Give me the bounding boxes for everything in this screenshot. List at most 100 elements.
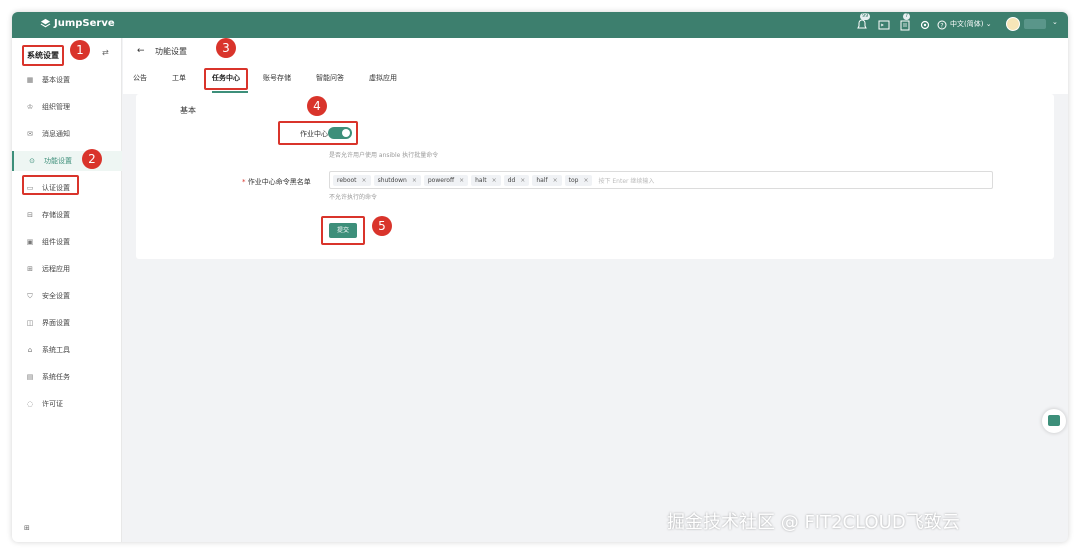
- sidebar-item-label: 远程应用: [42, 265, 70, 273]
- language-selector[interactable]: 中文(简体) ⌄: [950, 19, 992, 29]
- blacklist-hint: 不允许执行的命令: [329, 194, 378, 201]
- logo-icon: [40, 18, 51, 28]
- help-icon[interactable]: ?: [935, 17, 949, 31]
- chevron-down-icon[interactable]: ⌄: [1052, 18, 1058, 26]
- sidebar-item-label: 功能设置: [44, 157, 72, 165]
- chat-button[interactable]: [1042, 409, 1066, 433]
- toggle-knob: [342, 129, 350, 137]
- tag-label: shutdown: [377, 176, 407, 184]
- app-window: JumpServe 99 7 ? 中文(简体) ⌄ ⌄ 系统设置 ⇄ ▦ 基本设…: [12, 12, 1068, 542]
- bell-icon[interactable]: 99: [855, 13, 871, 31]
- tag-label: poweroff: [427, 176, 455, 184]
- top-bar: JumpServe 99 7 ? 中文(简体) ⌄ ⌄: [12, 12, 1068, 38]
- message-icon[interactable]: 7: [898, 13, 912, 31]
- sidebar-item-tasks[interactable]: ▤ 系统任务: [12, 367, 122, 387]
- back-arrow-icon[interactable]: ←: [137, 46, 145, 56]
- job-center-toggle[interactable]: [328, 127, 352, 139]
- sidebar-item-org[interactable]: ♔ 组织管理: [12, 97, 122, 117]
- sidebar-item-interface[interactable]: ◫ 界面设置: [12, 313, 122, 333]
- tab-account-storage[interactable]: 账号存储: [263, 73, 291, 83]
- tab-announcement[interactable]: 公告: [133, 73, 147, 83]
- sidebar-item-label: 系统工具: [42, 346, 70, 354]
- watermark: 掘金技术社区 @ FIT2CLOUD飞致云: [667, 512, 960, 533]
- close-icon[interactable]: ×: [492, 177, 497, 184]
- sidebar-item-feature[interactable]: ⊙ 功能设置: [12, 151, 122, 171]
- sidebar-item-license[interactable]: ◌ 许可证: [12, 394, 122, 414]
- annotation-4: 4: [307, 96, 327, 116]
- tag: half ×: [532, 174, 562, 186]
- language-label: 中文(简体): [950, 20, 984, 28]
- sidebar: 系统设置 ⇄ ▦ 基本设置 ♔ 组织管理 ✉ 消息通知 ⊙ 功能设置 ▭ 认证设…: [12, 38, 122, 542]
- avatar[interactable]: [1006, 17, 1020, 31]
- app-name: JumpServe: [54, 18, 115, 29]
- sidebar-item-label: 组件设置: [42, 238, 70, 246]
- sidebar-item-label: 存储设置: [42, 211, 70, 219]
- tab-ticket[interactable]: 工单: [172, 73, 186, 83]
- highlight-box: [22, 175, 79, 195]
- sidebar-item-label: 消息通知: [42, 130, 70, 138]
- close-icon[interactable]: ×: [362, 177, 367, 184]
- tag: halt ×: [471, 174, 501, 186]
- close-icon[interactable]: ×: [459, 177, 464, 184]
- annotation-5: 5: [372, 216, 392, 236]
- feature-icon: ⊙: [29, 157, 35, 165]
- close-icon[interactable]: ×: [583, 177, 588, 184]
- sidebar-item-security[interactable]: ⛉ 安全设置: [12, 286, 122, 306]
- job-center-label: 作业中心: [300, 130, 328, 138]
- sidebar-item-label: 系统任务: [42, 373, 70, 381]
- sidebar-item-label: 安全设置: [42, 292, 70, 300]
- mail-icon: ✉: [27, 130, 33, 138]
- annotation-2: 2: [82, 149, 102, 169]
- sidebar-item-notify[interactable]: ✉ 消息通知: [12, 124, 122, 144]
- sidebar-item-label: 组织管理: [42, 103, 70, 111]
- close-icon[interactable]: ×: [520, 177, 525, 184]
- submit-button[interactable]: 提交: [329, 223, 357, 238]
- sidebar-item-tools[interactable]: ⌂ 系统工具: [12, 340, 122, 360]
- terminal-icon[interactable]: [877, 17, 891, 31]
- annotation-3: 3: [216, 38, 236, 58]
- storage-icon: ⊟: [27, 211, 33, 219]
- sidebar-item-storage[interactable]: ⊟ 存储设置: [12, 205, 122, 225]
- palette-icon: ◫: [26, 319, 34, 327]
- required-mark: *: [242, 178, 246, 186]
- chevron-down-icon: ⌄: [985, 20, 992, 28]
- tag-input-placeholder[interactable]: 按下 Enter 继续输入: [598, 176, 654, 185]
- gear-icon[interactable]: [918, 17, 932, 31]
- active-tab-indicator: [212, 91, 248, 93]
- tag-label: halt: [475, 176, 487, 184]
- collapse-icon[interactable]: ⊞: [24, 524, 30, 532]
- blacklist-label-text: 作业中心命令黑名单: [247, 178, 311, 186]
- tag: dd ×: [503, 174, 530, 186]
- tab-virtual-app[interactable]: 虚拟应用: [369, 73, 397, 83]
- sidebar-item-remote[interactable]: ⊞ 远程应用: [12, 259, 122, 279]
- license-icon: ◌: [26, 400, 34, 408]
- username-redacted[interactable]: [1024, 19, 1046, 29]
- chat-icon: [1048, 415, 1060, 426]
- annotation-1: 1: [70, 40, 90, 60]
- tab-smart-qa[interactable]: 智能问答: [316, 73, 344, 83]
- close-icon[interactable]: ×: [553, 177, 558, 184]
- blacklist-label: * 作业中心命令黑名单: [242, 177, 311, 187]
- command-blacklist-input[interactable]: reboot × shutdown × poweroff × halt × dd × ha…: [329, 171, 993, 189]
- toolbox-icon: ⌂: [27, 346, 33, 354]
- notification-badge: 99: [860, 13, 871, 20]
- tag-label: reboot: [337, 176, 357, 184]
- sidebar-item-component[interactable]: ▣ 组件设置: [12, 232, 122, 252]
- highlight-box: [204, 68, 248, 90]
- section-title: 基本: [180, 106, 196, 115]
- tag: top ×: [564, 174, 593, 186]
- tag: poweroff ×: [423, 174, 469, 186]
- sidebar-item-label: 基本设置: [42, 76, 70, 84]
- apps-icon: ⊞: [27, 265, 33, 273]
- tag-label: dd: [507, 176, 516, 184]
- monitor-icon: ▣: [26, 238, 34, 246]
- tag: shutdown ×: [373, 174, 421, 186]
- page-header: ← 功能设置 公告 工单 任务中心 账号存储 智能问答 虚拟应用: [123, 38, 1068, 94]
- app-logo[interactable]: JumpServe: [40, 18, 115, 29]
- settings-card: 基本 作业中心 是否允许用户使用 ansible 执行批量命令 * 作业中心命令…: [136, 94, 1054, 259]
- shield-icon: ⛉: [27, 291, 33, 300]
- sidebar-item-label: 许可证: [42, 400, 63, 408]
- close-icon[interactable]: ×: [412, 177, 417, 184]
- sidebar-item-basic[interactable]: ▦ 基本设置: [12, 70, 122, 90]
- swap-icon[interactable]: ⇄: [102, 48, 109, 57]
